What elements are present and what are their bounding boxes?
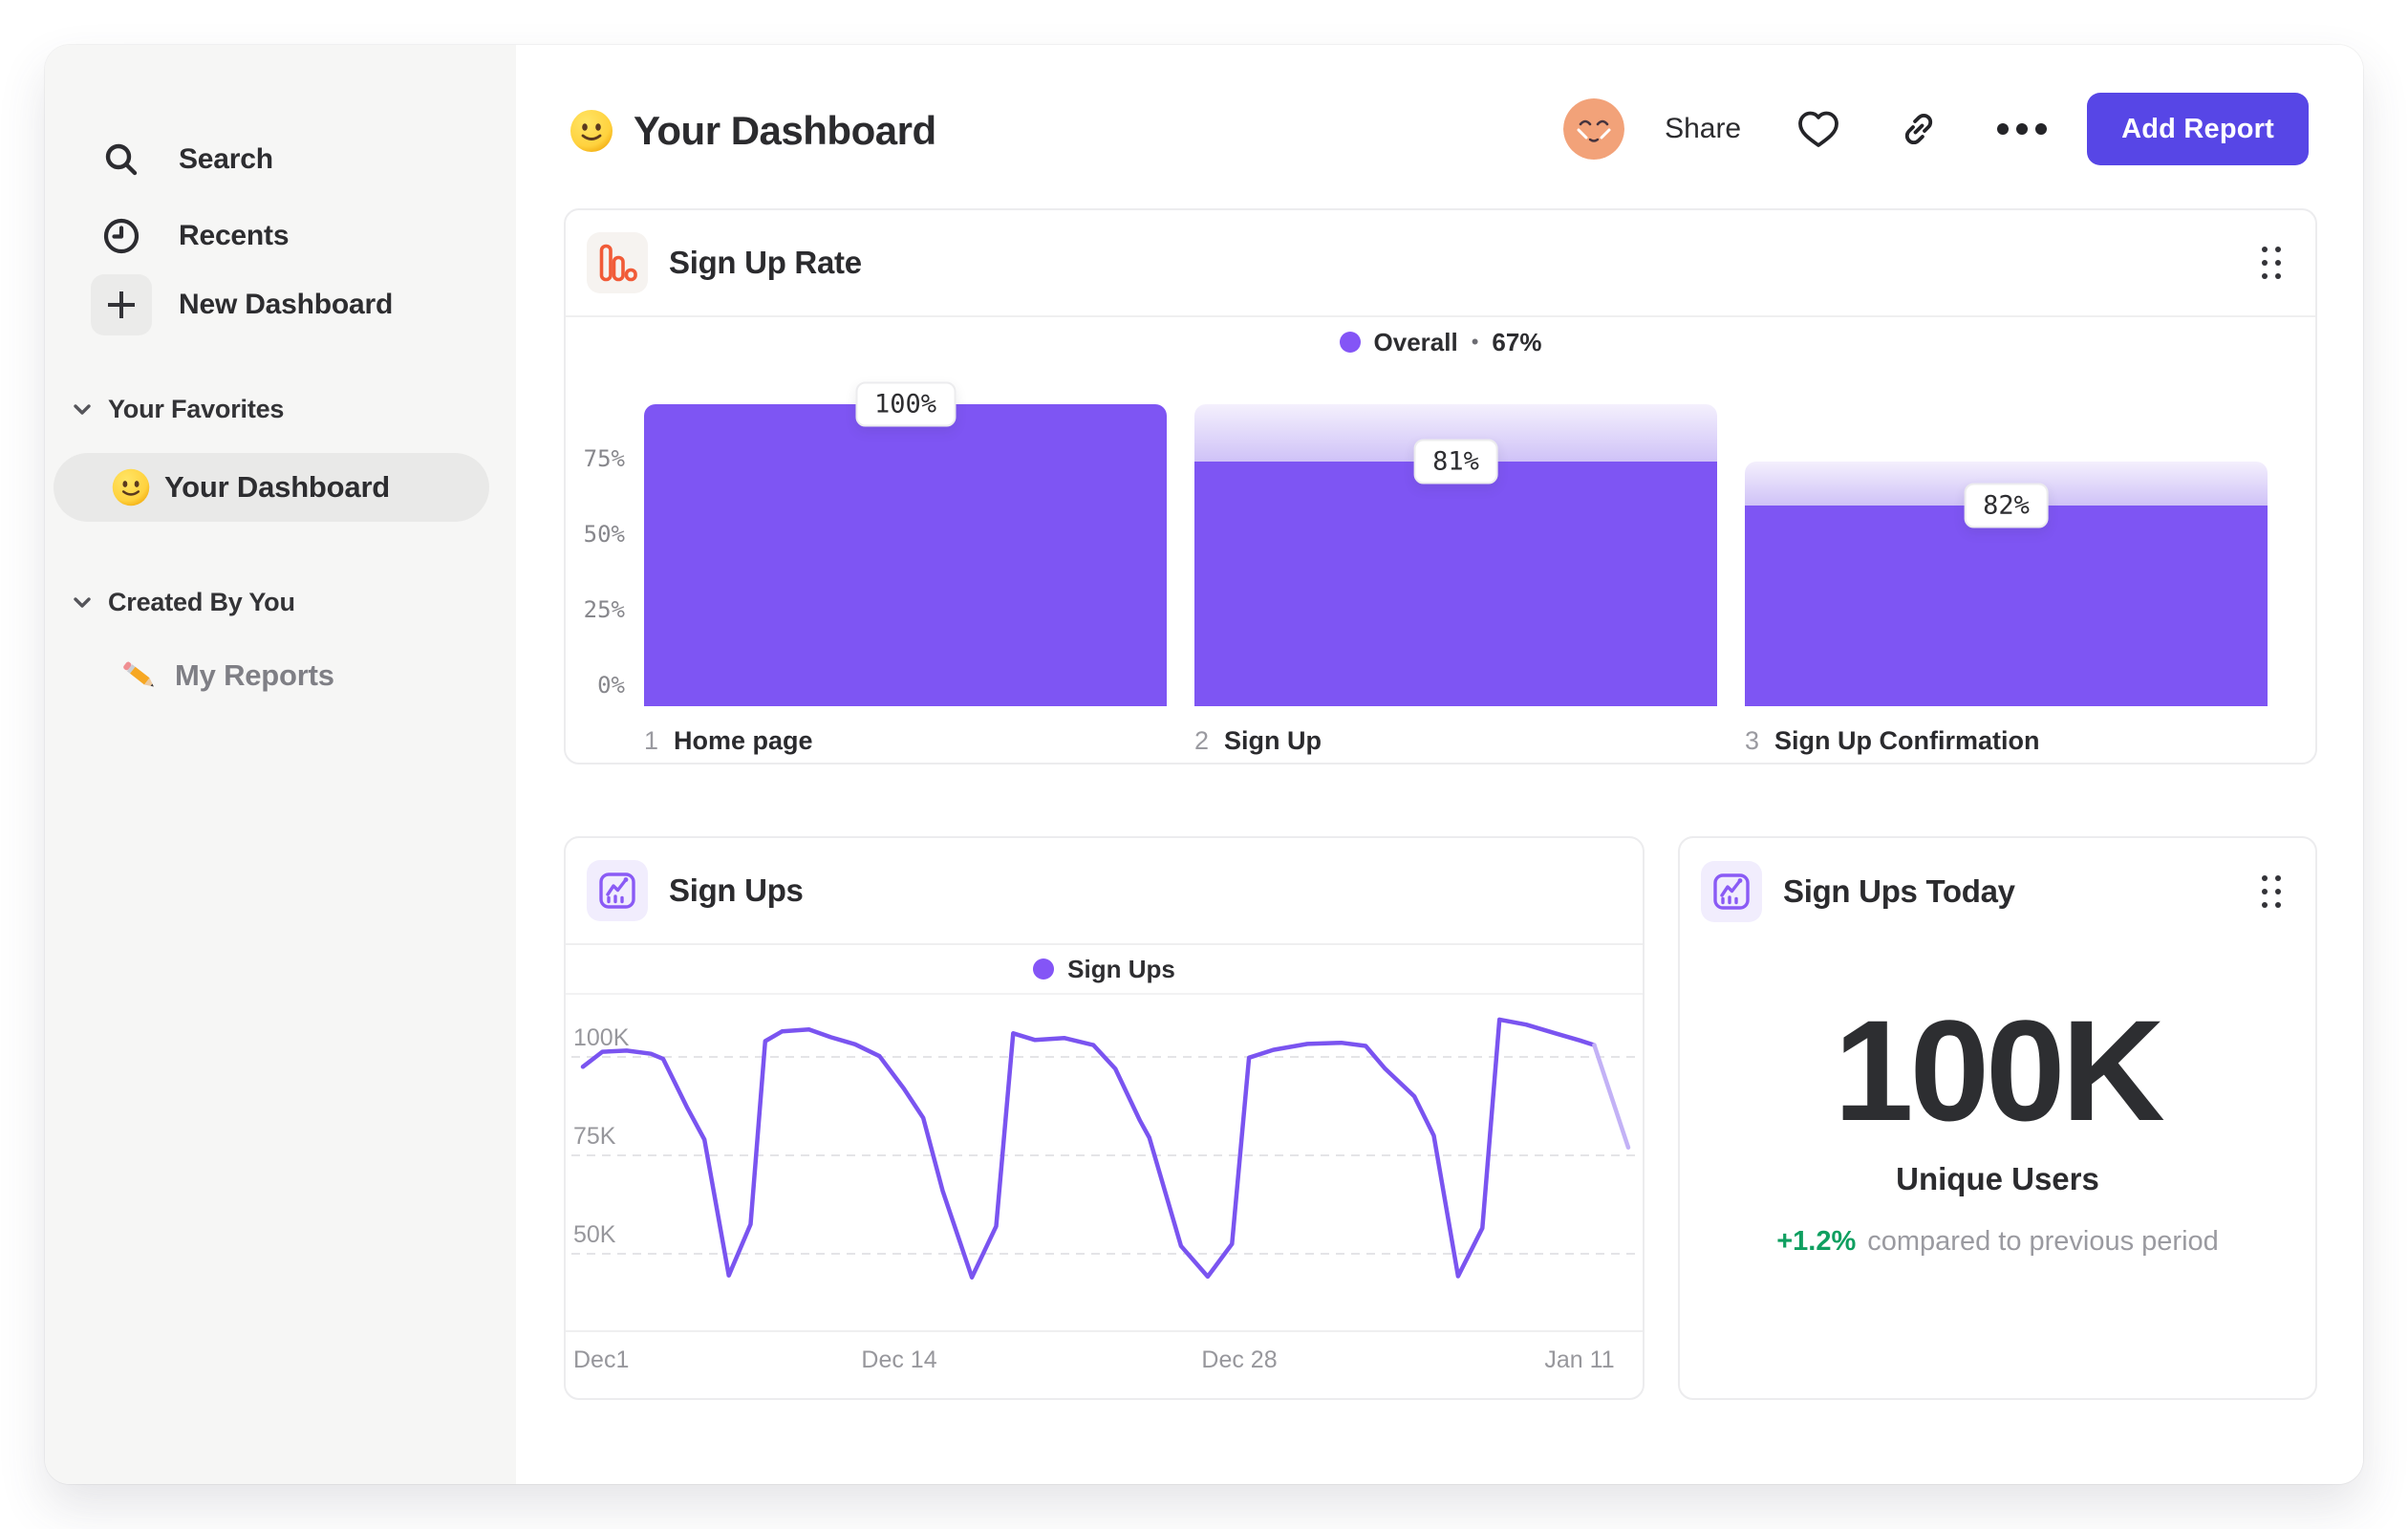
signups-line-series[interactable] (580, 1017, 1597, 1280)
x-axis-separator (566, 1330, 1643, 1332)
sidebar-item-recents[interactable]: Recents (91, 205, 290, 267)
signups-line-series[interactable] (1592, 1043, 1631, 1151)
line-y-tick: 100K (573, 1024, 630, 1051)
line-chart-icon (587, 860, 648, 921)
funnel-y-tick: 75% (583, 445, 625, 472)
stat-card-header: Sign Ups Today (1680, 838, 2315, 945)
drag-handle-icon[interactable] (2262, 875, 2281, 908)
avatar[interactable] (1563, 98, 1625, 160)
funnel-step-label: 2 Sign Up (1194, 726, 1322, 755)
stat-label: Unique Users (1896, 1161, 2099, 1196)
card-title: Sign Ups (669, 872, 804, 908)
stat-card: Sign Ups Today 100K Unique Users +1.2% co… (1678, 836, 2317, 1400)
funnel-legend: Overall • 67% (566, 317, 2315, 367)
page-title: Your Dashboard (634, 108, 936, 153)
x-axis-labels: Dec1 Dec 14 Dec 28 Jan 11 (566, 1346, 1643, 1381)
header-actions: Share Add Report (1563, 88, 2309, 170)
legend-label: Overall (1373, 327, 1458, 356)
main-content: Your Dashboard Share Add Report Sign Up … (516, 45, 2363, 1484)
line-x-tick: Dec 14 (861, 1346, 937, 1373)
line-y-tick: 75K (573, 1123, 616, 1150)
funnel-step-label: 1 Home page (644, 726, 813, 755)
funnel-y-tick: 0% (597, 672, 625, 699)
stat-body: 100K Unique Users +1.2% compared to previ… (1680, 999, 2315, 1258)
sidebar-item-label: Recents (179, 220, 290, 251)
funnel-step-label: 3 Sign Up Confirmation (1745, 726, 2040, 755)
sidebar-item-search[interactable]: Search (91, 129, 273, 190)
sidebar-item-my-reports[interactable]: My Reports (119, 655, 334, 697)
legend-dot (1339, 332, 1361, 353)
funnel-bars: 100% 81% 82% (644, 381, 2268, 706)
sidebar-item-label: My Reports (175, 658, 334, 692)
funnel-card: Sign Up Rate Overall • 67% 75% 50% 25% 0% 1… (564, 208, 2317, 764)
funnel-y-axis: 75% 50% 25% 0% (566, 404, 625, 706)
card-title: Sign Up Rate (669, 245, 862, 280)
line-plot[interactable] (566, 996, 1643, 1330)
legend-dot (1033, 958, 1055, 980)
funnel-bar[interactable] (1745, 506, 2268, 706)
line-x-tick: Jan 11 (1544, 1346, 1615, 1373)
funnel-step-labels: 1 Home page 2 Sign Up 3 Sign Up Confirmation (644, 726, 2268, 756)
line-chart-card: Sign Ups Sign Ups Dec1 Dec 14 Dec 28 Jan 11… (564, 836, 1645, 1400)
stat-value: 100K (1834, 990, 2165, 1151)
funnel-step-column[interactable]: 82% (1745, 404, 2268, 706)
line-y-tick: 50K (573, 1221, 616, 1248)
add-report-button[interactable]: Add Report (2087, 93, 2309, 165)
section-title: Your Favorites (108, 395, 285, 423)
dashboard-panel: Search Recents New Dashboard Your Favori… (45, 45, 2363, 1484)
conversion-badge: 81% (1413, 439, 1498, 485)
line-chart-icon (1701, 861, 1762, 922)
stat-delta-note: compared to previous period (1867, 1226, 2219, 1257)
funnel-y-tick: 25% (583, 596, 625, 623)
legend-value: 67% (1492, 327, 1542, 356)
search-icon (91, 129, 152, 190)
conversion-badge: 100% (854, 381, 957, 427)
plus-icon (91, 274, 152, 335)
chevron-down-icon (72, 402, 93, 418)
favorite-heart-icon[interactable] (1795, 107, 1842, 151)
more-options-icon[interactable] (1995, 122, 2049, 136)
conversion-badge: 82% (1964, 483, 2049, 528)
drag-handle-icon[interactable] (2262, 247, 2281, 279)
share-button[interactable]: Share (1665, 113, 1741, 145)
line-card-header: Sign Ups (566, 838, 1643, 945)
pencil-emoji-icon (119, 655, 161, 697)
section-created-by-you[interactable]: Created By You (72, 588, 295, 617)
funnel-bar[interactable] (1194, 462, 1717, 706)
bar-chart-icon (587, 232, 648, 293)
sidebar-item-label: Your Dashboard (164, 470, 391, 504)
smiley-emoji-icon (569, 108, 614, 154)
chevron-down-icon (72, 595, 93, 611)
line-legend: Sign Ups (566, 945, 1643, 995)
sidebar-item-your-dashboard[interactable]: Your Dashboard (54, 453, 489, 522)
page-header: Your Dashboard (569, 93, 936, 169)
line-x-tick: Dec 28 (1201, 1346, 1278, 1373)
section-your-favorites[interactable]: Your Favorites (72, 395, 284, 424)
funnel-card-header: Sign Up Rate (566, 210, 2315, 317)
funnel-y-tick: 50% (583, 521, 625, 548)
sidebar-item-label: Search (179, 143, 273, 175)
funnel-bar[interactable] (644, 404, 1167, 706)
legend-separator: • (1471, 330, 1479, 354)
funnel-step-column[interactable]: 81% (1194, 404, 1717, 706)
section-title: Created By You (108, 588, 295, 616)
sidebar-item-new-dashboard[interactable]: New Dashboard (91, 274, 393, 335)
copy-link-icon[interactable] (1896, 106, 1942, 152)
sidebar: Search Recents New Dashboard Your Favori… (45, 45, 516, 1484)
sidebar-item-label: New Dashboard (179, 289, 394, 320)
stat-delta-row: +1.2% compared to previous period (1680, 1226, 2315, 1258)
stat-delta: +1.2% (1776, 1226, 1857, 1257)
clock-icon (91, 205, 152, 267)
legend-label: Sign Ups (1067, 954, 1175, 983)
card-title: Sign Ups Today (1783, 873, 2015, 909)
funnel-step-column[interactable]: 100% (644, 381, 1167, 706)
smiley-emoji-icon (111, 467, 151, 507)
line-x-tick: Dec1 (573, 1346, 630, 1373)
